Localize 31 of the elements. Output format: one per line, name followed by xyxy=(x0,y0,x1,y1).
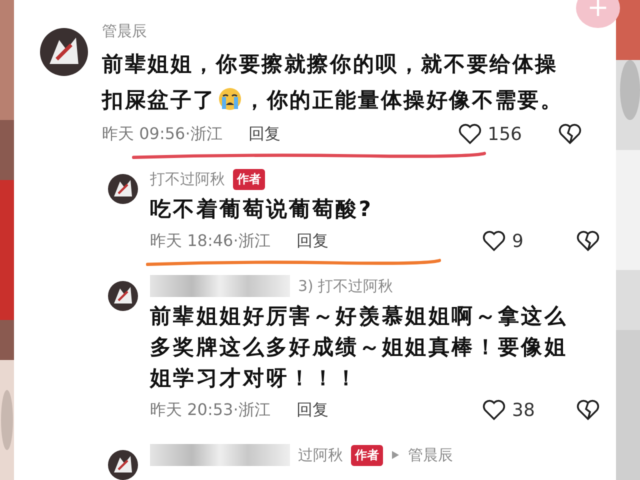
dislike-icon xyxy=(558,122,582,146)
reply-link[interactable]: 回复 xyxy=(296,400,328,420)
reply-target-name[interactable]: 管晨辰 xyxy=(408,446,453,464)
author-name[interactable]: 过阿秋 xyxy=(298,446,343,464)
author-name[interactable]: 管晨辰 xyxy=(102,22,147,40)
author-name[interactable]: 3) 打不过阿秋 xyxy=(298,276,394,296)
avatar-icon xyxy=(108,174,138,204)
comment-text: 吃不着葡萄说葡萄酸? xyxy=(150,196,374,223)
like-count: 9 xyxy=(512,230,524,252)
like-icon xyxy=(458,122,482,146)
comment-time: 昨天 09:56·浙江 xyxy=(102,124,222,144)
crying-face-icon xyxy=(218,87,242,111)
avatar-icon xyxy=(108,450,138,480)
like-icon xyxy=(482,398,506,422)
reply-link[interactable]: 回复 xyxy=(296,230,328,252)
author-name[interactable]: 打不过阿秋 xyxy=(150,170,225,188)
like-count: 156 xyxy=(488,124,522,144)
avatar-icon xyxy=(40,28,88,76)
comment-time: 昨天 20:53·浙江 xyxy=(150,400,270,420)
comment-time: 昨天 18:46·浙江 xyxy=(150,230,270,252)
dislike-icon xyxy=(576,229,600,253)
reply-link[interactable]: 回复 xyxy=(248,124,280,144)
comment-text: 前辈姐姐好厉害～好羡慕姐姐啊～拿这么多奖牌这么多好成绩～姐姐真棒！要像姐姐学习才对呀！！！ xyxy=(150,303,569,392)
like-icon xyxy=(482,229,506,253)
like-count: 38 xyxy=(512,400,536,420)
author-tag: 作者 xyxy=(233,168,265,190)
author-tag: 作者 xyxy=(351,444,383,466)
reply-arrow-icon xyxy=(391,450,400,460)
comment-text: 前辈姐姐，你要擦就擦你的呗，就不要给体操扣屎盆子了 ，你的正能量体操好像不需要。 xyxy=(102,51,564,114)
dislike-icon xyxy=(576,398,600,422)
avatar-icon xyxy=(108,281,138,311)
